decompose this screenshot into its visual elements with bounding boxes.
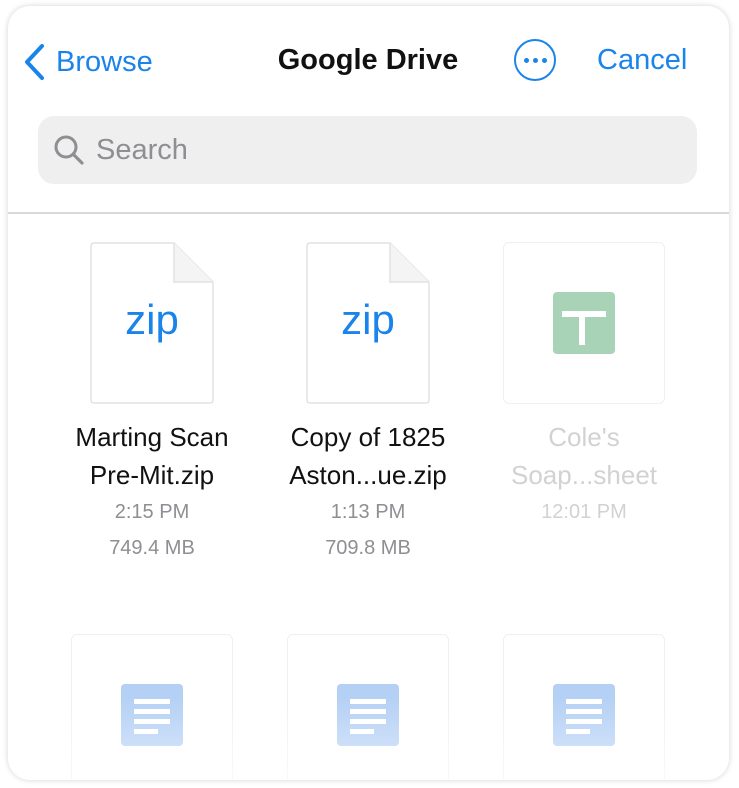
- google-docs-icon: [503, 634, 665, 780]
- cancel-button[interactable]: Cancel: [597, 44, 687, 77]
- file-item-marting-scan[interactable]: zip Marting Scan Pre-Mit.zip 2:15 PM 749…: [47, 242, 257, 566]
- google-docs-icon: [287, 634, 449, 780]
- zip-file-icon: zip: [306, 242, 430, 404]
- file-item-doc: [479, 634, 689, 780]
- google-docs-icon: [71, 634, 233, 780]
- more-options-button[interactable]: [514, 39, 556, 81]
- file-picker-sheet: Browse Google Drive Cancel zip Marting S…: [8, 6, 729, 780]
- file-item-doc: [263, 634, 473, 780]
- chevron-left-icon: [25, 44, 44, 80]
- file-name: Marting Scan Pre-Mit.zip: [75, 422, 229, 490]
- file-size: 749.4 MB: [109, 537, 195, 559]
- file-item-doc: [47, 634, 257, 780]
- search-icon: [54, 135, 84, 165]
- file-time: 12:01 PM: [541, 501, 627, 523]
- zip-file-icon: zip: [90, 242, 214, 404]
- google-sheets-icon: [503, 242, 665, 404]
- file-time: 1:13 PM: [330, 501, 406, 523]
- zip-label: zip: [341, 296, 395, 343]
- file-time: 2:15 PM: [114, 501, 190, 523]
- search-input[interactable]: [96, 133, 656, 167]
- page-title: Google Drive: [277, 44, 459, 76]
- file-name: Cole's Soap...sheet: [511, 422, 657, 490]
- back-button[interactable]: Browse: [22, 42, 153, 82]
- file-size: 709.8 MB: [325, 537, 411, 559]
- divider: [8, 212, 729, 214]
- ellipsis-circle-icon: [523, 57, 529, 63]
- search-bar[interactable]: [38, 116, 697, 184]
- file-item-copy-of-1825[interactable]: zip Copy of 1825 Aston...ue.zip 1:13 PM …: [263, 242, 473, 566]
- file-item-coles-soap-sheet: Cole's Soap...sheet 12:01 PM: [479, 242, 689, 530]
- file-name: Copy of 1825 Aston...ue.zip: [289, 422, 447, 490]
- back-label: Browse: [56, 45, 153, 78]
- zip-label: zip: [125, 296, 179, 343]
